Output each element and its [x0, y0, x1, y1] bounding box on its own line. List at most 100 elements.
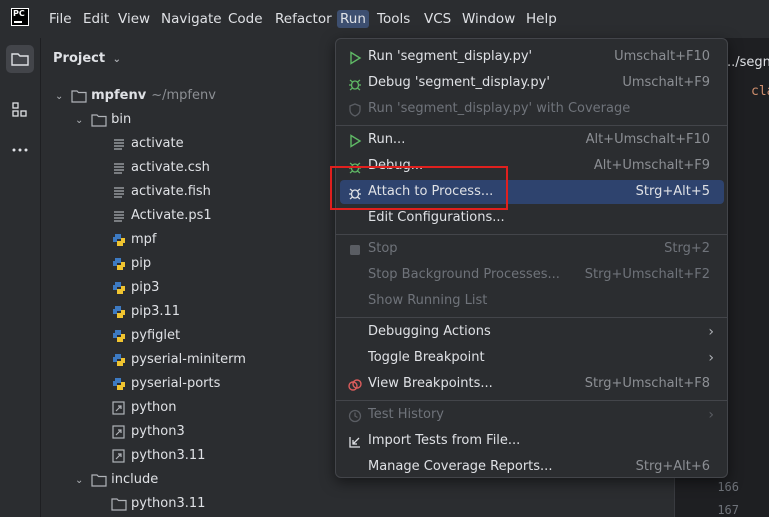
tree-label: python	[131, 400, 177, 415]
project-tool-button[interactable]	[6, 45, 34, 73]
menu-item-stop-background-processes: Stop Background Processes... Strg+Umschal…	[340, 263, 724, 287]
menu-item-label: Debug 'segment_display.py'	[368, 75, 550, 90]
tree-item-bin[interactable]: pip3	[111, 276, 159, 300]
folder-icon	[11, 53, 29, 66]
structure-icon	[12, 102, 27, 117]
tree-item-bin[interactable]: python3	[111, 420, 185, 444]
chevron-down-icon: ⌄	[75, 475, 84, 486]
python-file-icon	[111, 376, 131, 391]
structure-tool-button[interactable]	[6, 96, 34, 124]
menu-window[interactable]: Window	[462, 10, 515, 28]
menu-item-debug-segment-display-py[interactable]: Debug 'segment_display.py' Umschalt+F9	[340, 71, 724, 95]
tree-label: pyserial-ports	[131, 376, 221, 391]
tree-root-mpfenv[interactable]: ⌄ mpfenv ~/mpfenv	[55, 84, 216, 108]
line-number: 167	[717, 503, 739, 517]
tree-label: pyfiglet	[131, 328, 181, 343]
python-file-icon	[111, 280, 131, 295]
tool-window-strip	[0, 38, 41, 517]
folder-icon	[111, 497, 127, 511]
menu-item-run[interactable]: Run... Alt+Umschalt+F10	[340, 128, 724, 152]
run-icon	[348, 133, 362, 148]
project-title-label: Project	[53, 51, 106, 66]
menu-item-shortcut: Strg+Alt+5	[635, 184, 710, 199]
import-icon	[348, 434, 362, 448]
menu-item-shortcut: Strg+Alt+6	[635, 459, 710, 474]
tree-item-bin[interactable]: activate	[111, 132, 184, 156]
menu-navigate[interactable]: Navigate	[161, 10, 222, 28]
tree-item-bin[interactable]: pyserial-miniterm	[111, 348, 246, 372]
menu-item-view-breakpoints[interactable]: View Breakpoints... Strg+Umschalt+F8	[340, 372, 724, 396]
project-panel-title[interactable]: Project ⌄	[53, 51, 121, 66]
text-file-icon	[111, 208, 131, 223]
menu-item-label: Run 'segment_display.py' with Coverage	[368, 101, 631, 116]
menu-item-import-tests-from-file[interactable]: Import Tests from File...	[340, 429, 724, 453]
tree-item-bin[interactable]: pip	[111, 252, 151, 276]
menu-code[interactable]: Code	[228, 10, 263, 28]
menu-item-shortcut: Alt+Umschalt+F9	[593, 158, 710, 173]
more-tools-button[interactable]	[6, 136, 34, 164]
menu-item-label: Stop	[368, 241, 398, 256]
tree-item-bin[interactable]: activate.csh	[111, 156, 210, 180]
annotation-highlight-box	[330, 166, 508, 210]
menu-item-label: Run...	[368, 132, 406, 147]
code-keyword: cla	[751, 84, 769, 99]
menu-item-label: Show Running List	[368, 293, 488, 308]
tree-folder-include[interactable]: ⌄ include	[75, 468, 158, 492]
logo-text: PC	[13, 9, 25, 18]
tree-folder-bin[interactable]: ⌄ bin	[75, 108, 131, 132]
menu-item-shortcut: Alt+Umschalt+F10	[585, 132, 710, 147]
text-file-icon	[111, 136, 131, 151]
symlink-file-icon	[111, 400, 131, 415]
chevron-down-icon: ⌄	[75, 115, 84, 126]
tree-label: activate	[131, 136, 184, 151]
python-file-icon	[111, 256, 131, 271]
main-menubar: PC File Edit View Navigate Code Refactor…	[0, 0, 769, 38]
menu-view[interactable]: View	[118, 10, 150, 28]
menu-item-label: Import Tests from File...	[368, 433, 521, 448]
tree-label: python3	[131, 424, 185, 439]
coverage-icon	[348, 102, 362, 117]
menu-tools[interactable]: Tools	[377, 10, 410, 28]
folder-icon	[91, 473, 107, 487]
menu-item-test-history: Test History ›	[340, 403, 724, 427]
folder-icon	[91, 113, 107, 127]
text-file-icon	[111, 184, 131, 199]
python-file-icon	[111, 352, 131, 367]
tree-item-bin[interactable]: activate.fish	[111, 180, 211, 204]
menu-refactor[interactable]: Refactor	[275, 10, 332, 28]
tree-label: pip	[131, 256, 152, 271]
tree-item-bin[interactable]: pyserial-ports	[111, 372, 220, 396]
tree-item-bin[interactable]: Activate.ps1	[111, 204, 212, 228]
tree-item-include-python[interactable]: python3.11	[111, 492, 205, 516]
menu-item-label: Test History	[368, 407, 444, 422]
menu-item-label: Stop Background Processes...	[368, 267, 560, 282]
menu-item-debugging-actions[interactable]: Debugging Actions ›	[340, 320, 724, 344]
menu-vcs[interactable]: VCS	[424, 10, 451, 28]
menu-run[interactable]: Run	[337, 10, 369, 28]
menu-edit[interactable]: Edit	[83, 10, 109, 28]
menu-item-shortcut: Strg+Umschalt+F2	[584, 267, 710, 282]
tree-label: mpf	[131, 232, 157, 247]
menu-file[interactable]: File	[49, 10, 72, 28]
python-file-icon	[111, 304, 131, 319]
menu-item-label: View Breakpoints...	[368, 376, 493, 391]
menu-help[interactable]: Help	[526, 10, 557, 28]
menu-item-label: Manage Coverage Reports...	[368, 459, 553, 474]
tree-item-bin[interactable]: python	[111, 396, 176, 420]
menu-item-run-segment-display-py[interactable]: Run 'segment_display.py' Umschalt+F10	[340, 45, 724, 69]
python-file-icon	[111, 328, 131, 343]
tree-item-bin[interactable]: pip3.11	[111, 300, 180, 324]
tree-item-bin[interactable]: pyfiglet	[111, 324, 180, 348]
menu-item-stop: Stop Strg+2	[340, 237, 724, 261]
chevron-down-icon: ⌄	[55, 91, 64, 102]
tree-label: python3.11	[131, 448, 206, 463]
tree-item-bin[interactable]: python3.11	[111, 444, 205, 468]
pycharm-logo-icon[interactable]: PC	[11, 8, 29, 26]
breakpoints-icon	[348, 377, 362, 391]
menu-item-shortcut: Strg+2	[664, 241, 710, 256]
menu-item-toggle-breakpoint[interactable]: Toggle Breakpoint ›	[340, 346, 724, 370]
tree-item-bin[interactable]: mpf	[111, 228, 157, 252]
menu-item-manage-coverage-reports[interactable]: Manage Coverage Reports... Strg+Alt+6	[340, 455, 724, 479]
debug-icon	[348, 76, 362, 91]
tree-label: python3.11	[131, 496, 206, 511]
